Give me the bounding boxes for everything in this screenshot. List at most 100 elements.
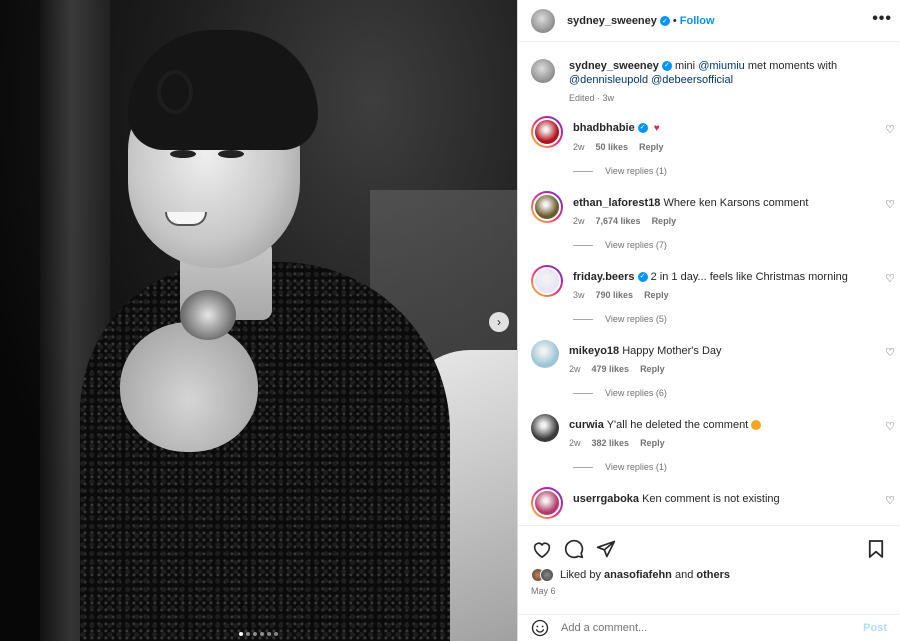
commenter-username[interactable]: mikeyo18 (569, 345, 619, 357)
comment-likes[interactable]: 790 likes (596, 290, 634, 300)
post-comment-button[interactable]: Post (863, 622, 887, 634)
commenter-username[interactable]: ethan_laforest18 (573, 197, 660, 209)
commenter-username[interactable]: bhadbhabie (573, 122, 635, 134)
laughing-face-emoji-icon (751, 420, 762, 431)
mention-link[interactable]: @dennisleupold (569, 74, 648, 86)
comments-scroll-area[interactable]: sydney_sweeney ✓ mini @miumiu met moments… (518, 43, 900, 525)
header-separator: • (672, 14, 677, 27)
follow-button[interactable]: Follow (680, 15, 715, 27)
story-ring[interactable] (531, 265, 563, 297)
commenter-avatar[interactable] (533, 193, 561, 221)
comment-age: 2w (569, 364, 581, 374)
next-slide-button[interactable]: › (489, 312, 509, 332)
liked-by-and: and (674, 569, 694, 581)
replies-divider (573, 392, 593, 394)
view-replies-button[interactable]: View replies (6) (518, 388, 900, 398)
view-replies-button[interactable]: View replies (5) (518, 314, 900, 324)
reply-button[interactable]: Reply (652, 216, 677, 226)
view-replies-button[interactable]: View replies (1) (518, 462, 900, 472)
verified-badge-icon: ✓ (637, 123, 648, 134)
comment-like-icon[interactable]: ♡ (885, 272, 895, 285)
carousel-dot (274, 632, 278, 636)
comment-item: mikeyo18 Happy Mother's Day 2w 479 likes… (518, 340, 900, 398)
comment-meta: 2w 479 likes Reply (569, 364, 722, 374)
verified-badge-icon: ✓ (637, 272, 648, 283)
replies-divider (573, 318, 593, 320)
caption-username[interactable]: sydney_sweeney (569, 60, 659, 72)
carousel-dot (239, 632, 243, 636)
commenter-avatar[interactable] (533, 489, 561, 517)
more-options-icon[interactable]: ••• (872, 10, 892, 28)
view-replies-label: View replies (5) (605, 314, 667, 324)
liked-by-others[interactable]: others (696, 569, 730, 581)
comment-text: bhadbhabie ✓ ♥ (573, 121, 664, 136)
reply-button[interactable]: Reply (639, 142, 664, 152)
comment-like-icon[interactable]: ♡ (885, 494, 895, 507)
comment-input[interactable] (561, 622, 864, 634)
comment-like-icon[interactable]: ♡ (885, 420, 895, 433)
photo-hair-curl (157, 70, 193, 114)
post-caption: sydney_sweeney ✓ mini @miumiu met moments… (518, 43, 900, 103)
carousel-dot (267, 632, 271, 636)
commenter-username[interactable]: friday.beers (573, 271, 635, 283)
comment-like-icon[interactable]: ♡ (885, 198, 895, 211)
reply-button[interactable]: Reply (640, 364, 665, 374)
caption-text: sydney_sweeney ✓ mini @miumiu met moments… (569, 59, 869, 87)
comment-like-icon[interactable]: ♡ (885, 123, 895, 136)
comment-row: userrgaboka Ken comment is not existing … (518, 487, 900, 519)
story-ring[interactable] (531, 191, 563, 223)
action-icons (518, 526, 900, 562)
commenter-username[interactable]: userrgaboka (573, 493, 639, 505)
like-icon[interactable] (530, 538, 554, 560)
mention-link[interactable]: @miumiu (698, 60, 745, 72)
comment-likes[interactable]: 382 likes (592, 438, 630, 448)
comment-body: Ken comment is not existing (642, 493, 780, 505)
comment-item: bhadbhabie ✓ ♥ 2w 50 likes Reply ♡ View r… (518, 116, 900, 176)
comment-meta: 2w 382 likes Reply (569, 438, 761, 448)
reply-button[interactable]: Reply (640, 438, 665, 448)
photo-dress-cutout (120, 322, 258, 452)
view-replies-button[interactable]: View replies (7) (518, 240, 900, 250)
carousel-dots (0, 632, 517, 636)
commenter-avatar[interactable] (533, 267, 561, 295)
replies-divider (573, 244, 593, 246)
comment-age: 2w (569, 438, 581, 448)
comment-likes[interactable]: 7,674 likes (596, 216, 641, 226)
photo-eye-right (218, 150, 244, 158)
view-replies-label: View replies (7) (605, 240, 667, 250)
liked-by-user[interactable]: anasofiafehn (604, 569, 672, 581)
comment-item: ethan_laforest18 Where ken Karsons comme… (518, 191, 900, 250)
commenter-avatar[interactable] (533, 118, 561, 146)
commenter-avatar[interactable] (531, 340, 559, 368)
bookmark-icon[interactable] (864, 538, 888, 560)
view-replies-button[interactable]: View replies (1) (518, 166, 900, 176)
comment-like-icon[interactable]: ♡ (885, 346, 895, 359)
comment-icon[interactable] (562, 538, 586, 560)
post-actions: Liked by anasofiafehn and others May 6 P… (518, 525, 900, 641)
commenter-username[interactable]: curwia (569, 419, 604, 431)
heart-eyes-emoji-icon: ♥ (653, 123, 660, 134)
share-icon[interactable] (594, 538, 618, 560)
story-ring[interactable] (531, 116, 563, 148)
view-replies-label: View replies (1) (605, 166, 667, 176)
comment-likes[interactable]: 479 likes (592, 364, 630, 374)
story-ring[interactable] (531, 487, 563, 519)
post-side-panel: sydney_sweeney ✓ • Follow ••• sydney_swe… (517, 0, 900, 641)
post-photo[interactable]: › (0, 0, 517, 641)
comment-text: ethan_laforest18 Where ken Karsons comme… (573, 196, 808, 210)
caption-text-part: mini (674, 60, 699, 72)
commenter-avatar[interactable] (531, 414, 559, 442)
mention-link[interactable]: @debeersofficial (651, 74, 733, 86)
author-username[interactable]: sydney_sweeney (567, 15, 657, 27)
comment-body: Where ken Karsons comment (663, 197, 809, 209)
verified-badge-icon: ✓ (659, 15, 670, 26)
comment-meta: 2w 50 likes Reply (573, 142, 664, 152)
caption-author-avatar[interactable] (531, 59, 555, 83)
comment-body: Happy Mother's Day (622, 345, 722, 357)
author-avatar[interactable] (531, 8, 555, 33)
reply-button[interactable]: Reply (644, 290, 669, 300)
emoji-picker-icon[interactable] (531, 619, 549, 637)
comment-likes[interactable]: 50 likes (596, 142, 629, 152)
comment-meta: 2w 7,674 likes Reply (573, 216, 808, 226)
comment-age: 2w (573, 142, 585, 152)
